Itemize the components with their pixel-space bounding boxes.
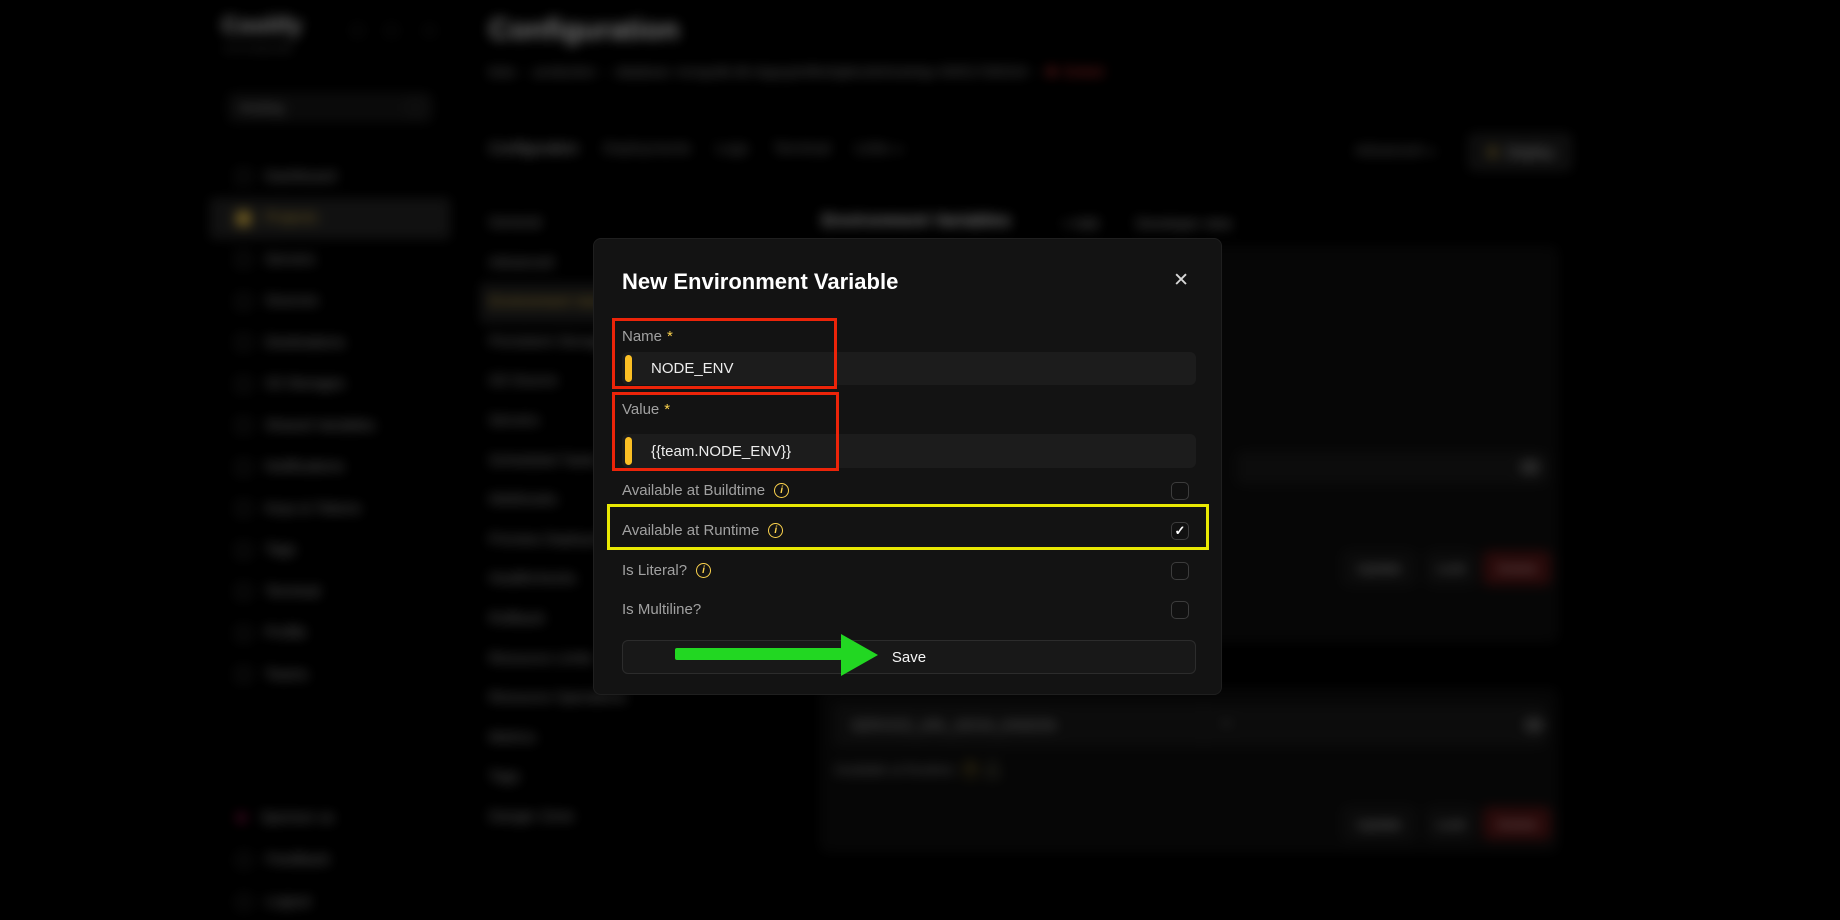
- save-label: Save: [892, 649, 926, 666]
- save-arrow-head: [841, 634, 878, 676]
- literal-checkbox[interactable]: [1171, 562, 1189, 580]
- name-field-annotation-box: [612, 318, 837, 389]
- option-multiline-label: Is Multiline?: [622, 601, 701, 618]
- save-arrow-shaft: [675, 648, 842, 660]
- value-field-annotation-box: [612, 392, 839, 471]
- coolify-app: Coolify v4.0.0-beta.360 Hosting / Dashbo…: [0, 0, 1840, 920]
- option-label-text: Is Multiline?: [622, 601, 701, 618]
- multiline-checkbox[interactable]: [1171, 601, 1189, 619]
- option-label-text: Available at Buildtime: [622, 482, 765, 499]
- buildtime-checkbox[interactable]: [1171, 482, 1189, 500]
- runtime-row-annotation-box: [607, 504, 1209, 550]
- info-icon[interactable]: i: [774, 483, 789, 498]
- option-literal-label: Is Literal? i: [622, 562, 711, 579]
- info-icon[interactable]: i: [696, 563, 711, 578]
- modal-title: New Environment Variable: [622, 269, 898, 295]
- close-icon[interactable]: ✕: [1173, 271, 1189, 290]
- option-buildtime-label: Available at Buildtime i: [622, 482, 789, 499]
- option-label-text: Is Literal?: [622, 562, 687, 579]
